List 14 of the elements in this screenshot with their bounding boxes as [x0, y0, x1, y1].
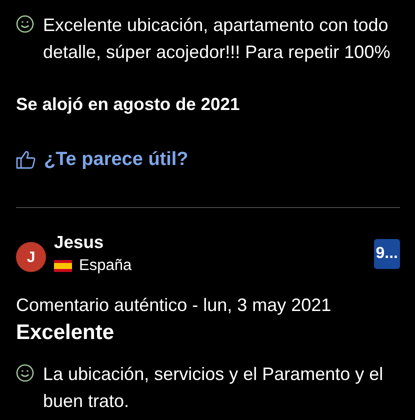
- flag-icon: [54, 260, 72, 272]
- reviewer-name: Jesus: [54, 232, 105, 253]
- score-badge: 9...: [374, 239, 400, 269]
- thumbs-up-icon: [16, 150, 36, 170]
- review-date: Comentario auténtico - lun, 3 may 2021: [16, 295, 332, 316]
- avatar: J: [16, 242, 46, 272]
- helpful-link[interactable]: ¿Te parece útil?: [16, 149, 400, 171]
- review-title: Excelente: [16, 321, 116, 345]
- review-positive-text: Excelente ubicación, apartamento con todo detalle, súper acojedor!!! Para repetir 100%: [43, 14, 392, 64]
- review-positive-text: La ubicación, servicios y el Paramento y el buen trato.: [43, 363, 384, 413]
- smiley-icon: [16, 15, 34, 33]
- reviewer-country: España: [79, 257, 132, 275]
- stay-date: Se alojó en agosto de 2021: [16, 94, 241, 115]
- smiley-icon: [16, 364, 34, 382]
